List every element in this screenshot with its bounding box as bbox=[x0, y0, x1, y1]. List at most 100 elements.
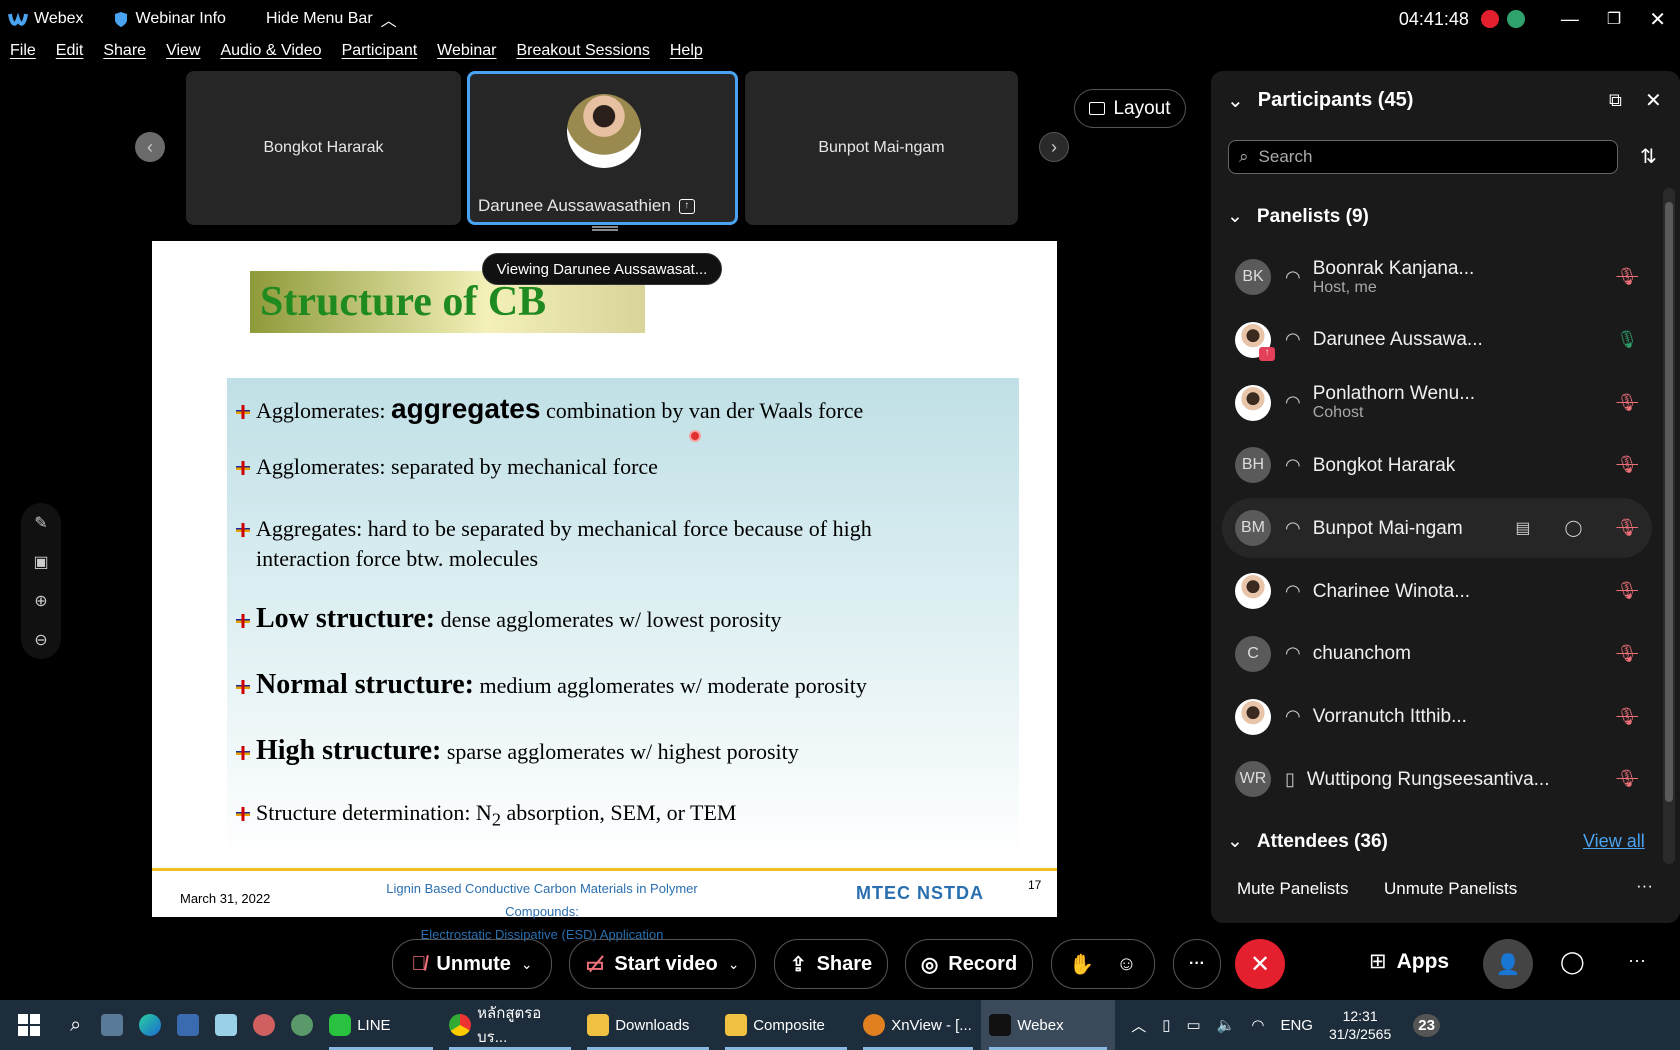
more-options-icon[interactable]: ··· bbox=[1636, 876, 1653, 896]
remote-desktop-icon[interactable] bbox=[169, 1000, 207, 1050]
mic-muted-icon: 🎙̸ bbox=[411, 952, 427, 975]
raise-hand-icon[interactable]: ✋ bbox=[1069, 952, 1094, 977]
chat-icon[interactable]: ◯ bbox=[1565, 518, 1583, 538]
mic-muted-icon[interactable]: 🎙 bbox=[1616, 518, 1638, 538]
close-window-button[interactable]: ✕ bbox=[1649, 7, 1666, 32]
start-video-button[interactable]: ▭̸ Start video ⌄ bbox=[569, 939, 756, 989]
annotate-pen-icon[interactable]: ✎ bbox=[34, 513, 47, 533]
layout-button[interactable]: Layout bbox=[1074, 89, 1186, 128]
volume-icon[interactable]: 🔈 bbox=[1209, 1000, 1244, 1050]
notepad-icon[interactable] bbox=[207, 1000, 245, 1050]
share-button[interactable]: ⇪ Share bbox=[774, 939, 888, 989]
battery-icon[interactable]: ▭ bbox=[1178, 1000, 1208, 1050]
scrollbar[interactable] bbox=[1663, 188, 1675, 864]
mic-muted-icon[interactable]: 🎙 bbox=[1616, 644, 1638, 664]
apps-button[interactable]: ⊞ Apps bbox=[1369, 949, 1449, 974]
mic-muted-icon[interactable]: 🎙 bbox=[1616, 393, 1638, 413]
taskbar-xnview[interactable]: XnView - [... bbox=[855, 1000, 981, 1050]
network-app-icon[interactable] bbox=[283, 1000, 321, 1050]
start-button[interactable] bbox=[0, 1000, 58, 1050]
participant-row[interactable]: BM ◠ Bunpot Mai-ngam ▤ ◯ 🎙 bbox=[1222, 498, 1652, 559]
mic-muted-icon[interactable]: 🎙 bbox=[1616, 769, 1638, 789]
mic-on-icon[interactable]: 🎙 bbox=[1616, 330, 1638, 350]
video-tile[interactable]: Bongkot Hararak bbox=[186, 71, 461, 225]
calculator-icon[interactable] bbox=[93, 1000, 131, 1050]
zoom-out-icon[interactable]: ⊖ bbox=[34, 630, 47, 650]
taskbar-chrome[interactable]: หลักสูตรอบร... bbox=[441, 1000, 579, 1050]
menu-breakout-sessions[interactable]: Breakout Sessions bbox=[516, 42, 649, 68]
participant-row[interactable]: C ◠ chuanchom 🎙 bbox=[1222, 624, 1652, 684]
more-button[interactable]: ··· bbox=[1173, 939, 1221, 989]
filmstrip-prev-button[interactable]: ‹ bbox=[135, 132, 165, 162]
participants-toggle-button[interactable]: 👤 bbox=[1483, 939, 1533, 989]
webinar-info-button[interactable]: Webinar Info bbox=[114, 10, 226, 28]
video-tile-active-speaker[interactable]: Darunee Aussawasathien ↑ bbox=[467, 71, 738, 225]
edge-icon[interactable] bbox=[131, 1000, 169, 1050]
more-options-button[interactable]: ··· bbox=[1628, 950, 1646, 971]
video-tile[interactable]: Bunpot Mai-ngam bbox=[745, 71, 1018, 225]
view-all-link[interactable]: View all bbox=[1583, 831, 1645, 852]
filmstrip-next-button[interactable]: › bbox=[1039, 132, 1069, 162]
pop-out-icon[interactable]: ⧉ bbox=[1609, 90, 1622, 111]
notifications-button[interactable]: 23 bbox=[1405, 1000, 1448, 1050]
menu-view[interactable]: View bbox=[166, 42, 200, 68]
mute-panelists-button[interactable]: Mute Panelists bbox=[1237, 879, 1349, 899]
taskbar-webex[interactable]: Webex bbox=[981, 1000, 1116, 1050]
chat-button[interactable]: ◯ bbox=[1560, 949, 1585, 975]
wifi-icon[interactable]: ◠ bbox=[1243, 1000, 1272, 1050]
participant-name: Ponlathorn Wenu... bbox=[1312, 383, 1476, 405]
taskbar-line[interactable]: LINE bbox=[321, 1000, 441, 1050]
participant-row[interactable]: ◠ Vorranutch Itthib... 🎙 bbox=[1222, 687, 1652, 747]
menu-file[interactable]: File bbox=[10, 42, 36, 68]
participant-row[interactable]: BH ◠ Bongkot Hararak 🎙 bbox=[1222, 435, 1652, 495]
reactions-icon[interactable]: ☺ bbox=[1116, 953, 1136, 976]
menu-participant[interactable]: Participant bbox=[342, 42, 418, 68]
close-panel-icon[interactable]: ✕ bbox=[1645, 88, 1662, 113]
scrollbar-thumb[interactable] bbox=[1665, 202, 1673, 802]
chevron-down-icon[interactable]: ⌄ bbox=[728, 956, 740, 973]
unmute-panelists-button[interactable]: Unmute Panelists bbox=[1384, 879, 1517, 899]
windows-icon bbox=[18, 1014, 40, 1036]
contact-card-icon[interactable]: ▤ bbox=[1515, 518, 1530, 538]
participant-row[interactable]: ◠ Charinee Winota... 🎙 bbox=[1222, 561, 1652, 621]
unmute-button[interactable]: 🎙̸ Unmute ⌄ bbox=[392, 939, 552, 989]
taskbar-composite[interactable]: Composite bbox=[717, 1000, 855, 1050]
participant-row[interactable]: ↑ ◠ Darunee Aussawa... 🎙 bbox=[1222, 310, 1652, 370]
record-button[interactable]: ◎ Record bbox=[905, 939, 1033, 989]
menu-help[interactable]: Help bbox=[670, 42, 703, 68]
remote-control-icon[interactable]: ▣ bbox=[33, 552, 48, 572]
annotation-toolbar: ✎ ▣ ⊕ ⊖ bbox=[21, 503, 61, 659]
shield-icon bbox=[114, 11, 127, 27]
hide-menu-bar-button[interactable]: Hide Menu Bar ︿ bbox=[266, 7, 397, 31]
restore-button[interactable]: ❐ bbox=[1607, 9, 1621, 29]
taskbar-clock[interactable]: 12:31 31/3/2565 bbox=[1321, 1000, 1399, 1050]
end-call-button[interactable]: ✕ bbox=[1235, 939, 1285, 989]
snipping-tool-icon[interactable] bbox=[245, 1000, 283, 1050]
mic-muted-icon[interactable]: 🎙 bbox=[1616, 267, 1638, 287]
minimize-button[interactable]: — bbox=[1561, 9, 1579, 30]
sort-icon[interactable]: ⇅ bbox=[1640, 144, 1657, 169]
tray-overflow-icon[interactable]: ︿ bbox=[1123, 1000, 1154, 1050]
mic-muted-icon[interactable]: 🎙 bbox=[1616, 581, 1638, 601]
participant-row[interactable]: BK ◠ Boonrak Kanjana... Host, me 🎙 bbox=[1222, 247, 1652, 307]
menu-audio-video[interactable]: Audio & Video bbox=[220, 42, 321, 68]
search-input[interactable]: ⌕ Search bbox=[1228, 140, 1618, 174]
camera-tray-icon[interactable]: ▯ bbox=[1154, 1000, 1178, 1050]
taskbar-downloads[interactable]: Downloads bbox=[579, 1000, 717, 1050]
participants-header[interactable]: ⌄ Participants (45) bbox=[1227, 88, 1413, 113]
mic-muted-icon[interactable]: 🎙 bbox=[1616, 707, 1638, 727]
mic-muted-icon[interactable]: 🎙 bbox=[1616, 455, 1638, 475]
menu-webinar[interactable]: Webinar bbox=[437, 42, 496, 68]
zoom-in-icon[interactable]: ⊕ bbox=[34, 591, 47, 611]
search-taskbar-icon[interactable]: ⌕ bbox=[58, 1000, 93, 1050]
attendees-section-header[interactable]: ⌄ Attendees (36) bbox=[1227, 830, 1388, 853]
menu-share[interactable]: Share bbox=[103, 42, 146, 68]
panelists-section-header[interactable]: ⌄ Panelists (9) bbox=[1227, 205, 1369, 228]
resize-handle[interactable] bbox=[592, 226, 618, 231]
participant-row[interactable]: ◠ Ponlathorn Wenu... Cohost 🎙 bbox=[1222, 373, 1652, 433]
language-indicator[interactable]: ENG bbox=[1272, 1000, 1321, 1050]
participant-row[interactable]: WR ▯ Wuttipong Rungseesantiva... 🎙 bbox=[1222, 749, 1652, 809]
network-stats-icon[interactable] bbox=[1506, 10, 1525, 28]
chevron-down-icon[interactable]: ⌄ bbox=[521, 956, 533, 973]
menu-edit[interactable]: Edit bbox=[56, 42, 84, 68]
